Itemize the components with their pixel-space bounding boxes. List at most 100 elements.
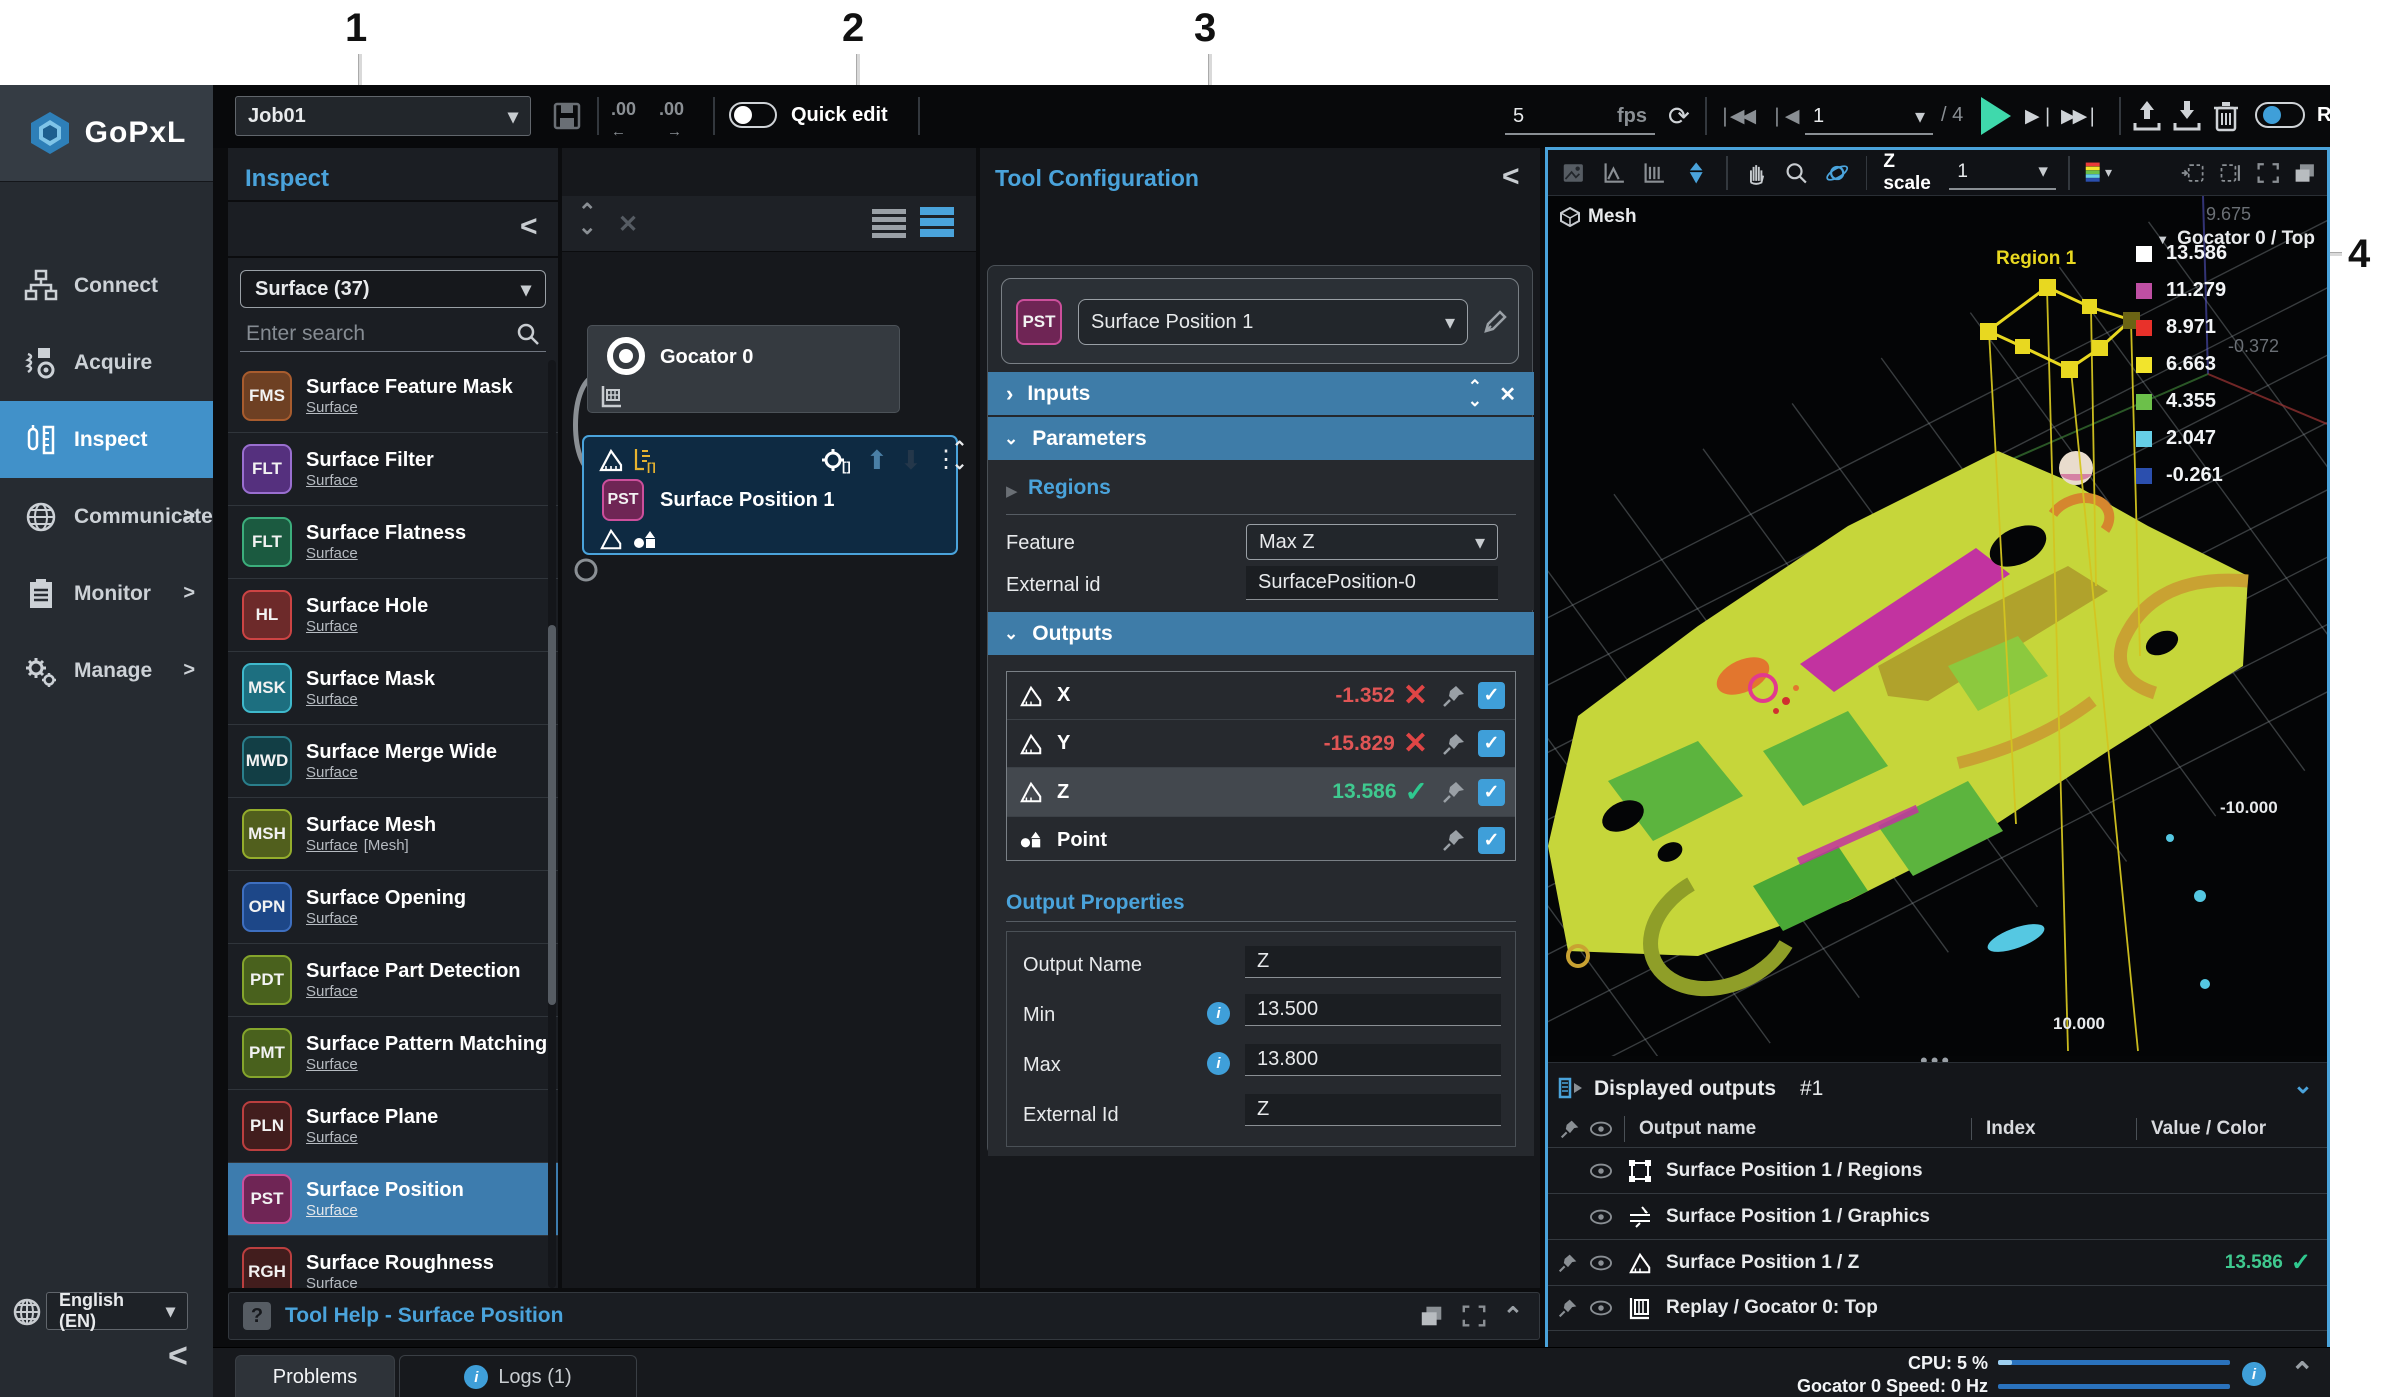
tool-list-item[interactable]: PMT Surface Pattern MatchingSurface: [228, 1017, 558, 1090]
scrollbar-thumb[interactable]: [548, 625, 556, 1005]
scene-3d[interactable]: Mesh 9.675 ▼ Gocator 0 / Top -0.372 Regi…: [1548, 196, 2327, 1056]
displayed-output-row-z[interactable]: Surface Position 1 / Z 13.586 ✓: [1548, 1239, 2327, 1285]
eye-icon[interactable]: [1590, 1209, 1612, 1225]
output-enabled-checkbox[interactable]: ✓: [1478, 827, 1505, 854]
chevron-down-icon[interactable]: ⌄: [2293, 1071, 2313, 1100]
info-icon[interactable]: i: [1207, 1002, 1230, 1025]
detail-view-icon[interactable]: [920, 204, 954, 240]
pin-icon[interactable]: [1558, 1298, 1578, 1318]
tool-list-item[interactable]: FLT Surface FilterSurface: [228, 433, 558, 506]
move-down-icon[interactable]: ⬇: [900, 445, 922, 476]
pan-hand-icon[interactable]: [1744, 160, 1767, 186]
sidebar-item-connect[interactable]: Connect: [0, 247, 213, 324]
fullscreen-icon[interactable]: [1461, 1303, 1487, 1329]
sidebar-collapse-button[interactable]: <: [168, 1337, 188, 1376]
undo-record-icon[interactable]: .00←: [611, 99, 636, 141]
eye-icon[interactable]: [1590, 1255, 1612, 1271]
min-input[interactable]: 13.500: [1245, 994, 1501, 1026]
tool-list-scrollbar[interactable]: [548, 360, 556, 1288]
tool-list-item[interactable]: PDT Surface Part DetectionSurface: [228, 944, 558, 1017]
output-enabled-checkbox[interactable]: ✓: [1478, 730, 1505, 757]
pointcloud-view-icon[interactable]: [1684, 159, 1708, 187]
output-row-x[interactable]: X -1.352 ✕ ✓: [1007, 672, 1515, 720]
redo-record-icon[interactable]: .00→: [659, 99, 684, 141]
image-view-icon[interactable]: [1562, 160, 1585, 186]
info-icon[interactable]: i: [1207, 1052, 1230, 1075]
eye-icon[interactable]: [1590, 1300, 1612, 1316]
surface-position-node[interactable]: [] [] ⬆ ⬇ ⋮ ⌃⌄ PST Surface Position 1: [582, 435, 958, 555]
orbit-icon[interactable]: [1825, 159, 1849, 187]
trash-icon[interactable]: [2211, 99, 2241, 133]
inspect-collapse-button[interactable]: <: [520, 210, 538, 244]
tool-category-select[interactable]: Surface (37) ▾: [240, 270, 546, 308]
sidebar-item-communicate[interactable]: Communicate >: [0, 478, 213, 555]
pin-icon[interactable]: [1442, 780, 1466, 804]
expand-collapse-icon[interactable]: ⌃⌄: [578, 204, 596, 235]
displayed-output-row-replay[interactable]: Replay / Gocator 0: Top: [1548, 1285, 2327, 1331]
parameters-section-header[interactable]: ⌄ Parameters: [988, 417, 1534, 460]
info-icon[interactable]: i: [2242, 1362, 2266, 1386]
output-enabled-checkbox[interactable]: ✓: [1478, 779, 1505, 806]
tool-instance-select[interactable]: Surface Position 1 ▾: [1078, 299, 1468, 345]
replay-toggle[interactable]: [2255, 102, 2305, 128]
tool-list-item[interactable]: HL Surface HoleSurface: [228, 579, 558, 652]
external-id-output-input[interactable]: Z: [1245, 1094, 1501, 1126]
output-name-input[interactable]: Z: [1245, 946, 1501, 978]
tool-list-item-selected[interactable]: PST Surface PositionSurface: [228, 1163, 558, 1236]
eye-icon[interactable]: [1590, 1163, 1612, 1179]
output-enabled-checkbox[interactable]: ✓: [1478, 682, 1505, 709]
profile-view-icon[interactable]: [1603, 160, 1626, 186]
tool-list-item[interactable]: FMS Surface Feature MaskSurface: [228, 360, 558, 433]
output-row-z-selected[interactable]: Z 13.586 ✓ ✓: [1007, 768, 1515, 817]
popout-icon[interactable]: [1419, 1303, 1445, 1329]
layout-windows-icon[interactable]: [2293, 160, 2317, 186]
outputs-section-header[interactable]: ⌄ Outputs: [988, 612, 1534, 655]
feature-select[interactable]: Max Z ▾: [1246, 524, 1498, 560]
tool-list-item[interactable]: MSK Surface MaskSurface: [228, 652, 558, 725]
sidebar-item-monitor[interactable]: Monitor >: [0, 555, 213, 632]
language-select[interactable]: English (EN) ▾: [46, 1292, 188, 1330]
next-frame-icon[interactable]: ▶❘: [2025, 105, 2056, 128]
tool-list-item[interactable]: OPN Surface OpeningSurface: [228, 871, 558, 944]
frame-select[interactable]: 1 ▾: [1805, 99, 1933, 135]
expand-help-icon[interactable]: ⌃: [1503, 1302, 1523, 1331]
external-id-input[interactable]: SurfacePosition-0: [1246, 566, 1498, 600]
output-row-point[interactable]: Point ✓: [1007, 817, 1515, 863]
tool-config-collapse-button[interactable]: <: [1502, 160, 1520, 194]
sidebar-item-manage[interactable]: Manage >: [0, 632, 213, 709]
close-all-icon[interactable]: ✕: [618, 210, 638, 239]
tab-problems[interactable]: Problems: [235, 1355, 395, 1397]
regions-link[interactable]: Regions: [1028, 476, 1111, 500]
fps-input[interactable]: 5 fps: [1505, 99, 1655, 135]
tool-help-bar[interactable]: ? Tool Help - Surface Position ⌃: [228, 1292, 1540, 1340]
prev-frame-icon[interactable]: ❘◀: [1769, 105, 1800, 128]
first-frame-icon[interactable]: ❘◀◀: [1717, 105, 1753, 128]
move-up-icon[interactable]: ⬆: [866, 445, 888, 476]
fit-vertical-icon[interactable]: [2218, 160, 2244, 186]
last-frame-icon[interactable]: ▶▶❘: [2061, 105, 2097, 128]
fullscreen-icon[interactable]: [2256, 160, 2280, 186]
sidebar-item-inspect[interactable]: Inspect: [0, 401, 213, 478]
edit-pencil-icon[interactable]: [1482, 309, 1508, 335]
tool-list-item[interactable]: MSH Surface MeshSurface[Mesh]: [228, 798, 558, 871]
download-icon[interactable]: [2171, 99, 2203, 133]
tool-list-item[interactable]: PLN Surface PlaneSurface: [228, 1090, 558, 1163]
displayed-output-row-regions[interactable]: Surface Position 1 / Regions: [1548, 1147, 2327, 1193]
displayed-output-row-graphics[interactable]: Surface Position 1 / Graphics: [1548, 1193, 2327, 1239]
pin-icon[interactable]: [1442, 732, 1466, 756]
save-icon[interactable]: [551, 100, 583, 132]
expand-all-icon[interactable]: ⌃⌄: [1468, 380, 1482, 407]
heightmap-view-icon[interactable]: [1643, 160, 1666, 186]
pin-icon[interactable]: [1558, 1253, 1578, 1273]
tool-list-item[interactable]: MWD Surface Merge WideSurface: [228, 725, 558, 798]
fit-horizontal-icon[interactable]: [2180, 160, 2206, 186]
max-input[interactable]: 13.800: [1245, 1044, 1501, 1076]
upload-icon[interactable]: [2131, 99, 2163, 133]
expand-statusbar-icon[interactable]: ⌃: [2291, 1356, 2314, 1389]
pin-icon[interactable]: [1442, 684, 1466, 708]
job-select[interactable]: Job01 ▾: [235, 96, 531, 136]
tab-logs[interactable]: i Logs (1): [399, 1355, 637, 1397]
colormap-icon[interactable]: [2084, 159, 2101, 187]
sidebar-item-acquire[interactable]: Acquire: [0, 324, 213, 401]
inputs-section-header[interactable]: › Inputs ⌃⌄ ✕: [988, 372, 1534, 415]
